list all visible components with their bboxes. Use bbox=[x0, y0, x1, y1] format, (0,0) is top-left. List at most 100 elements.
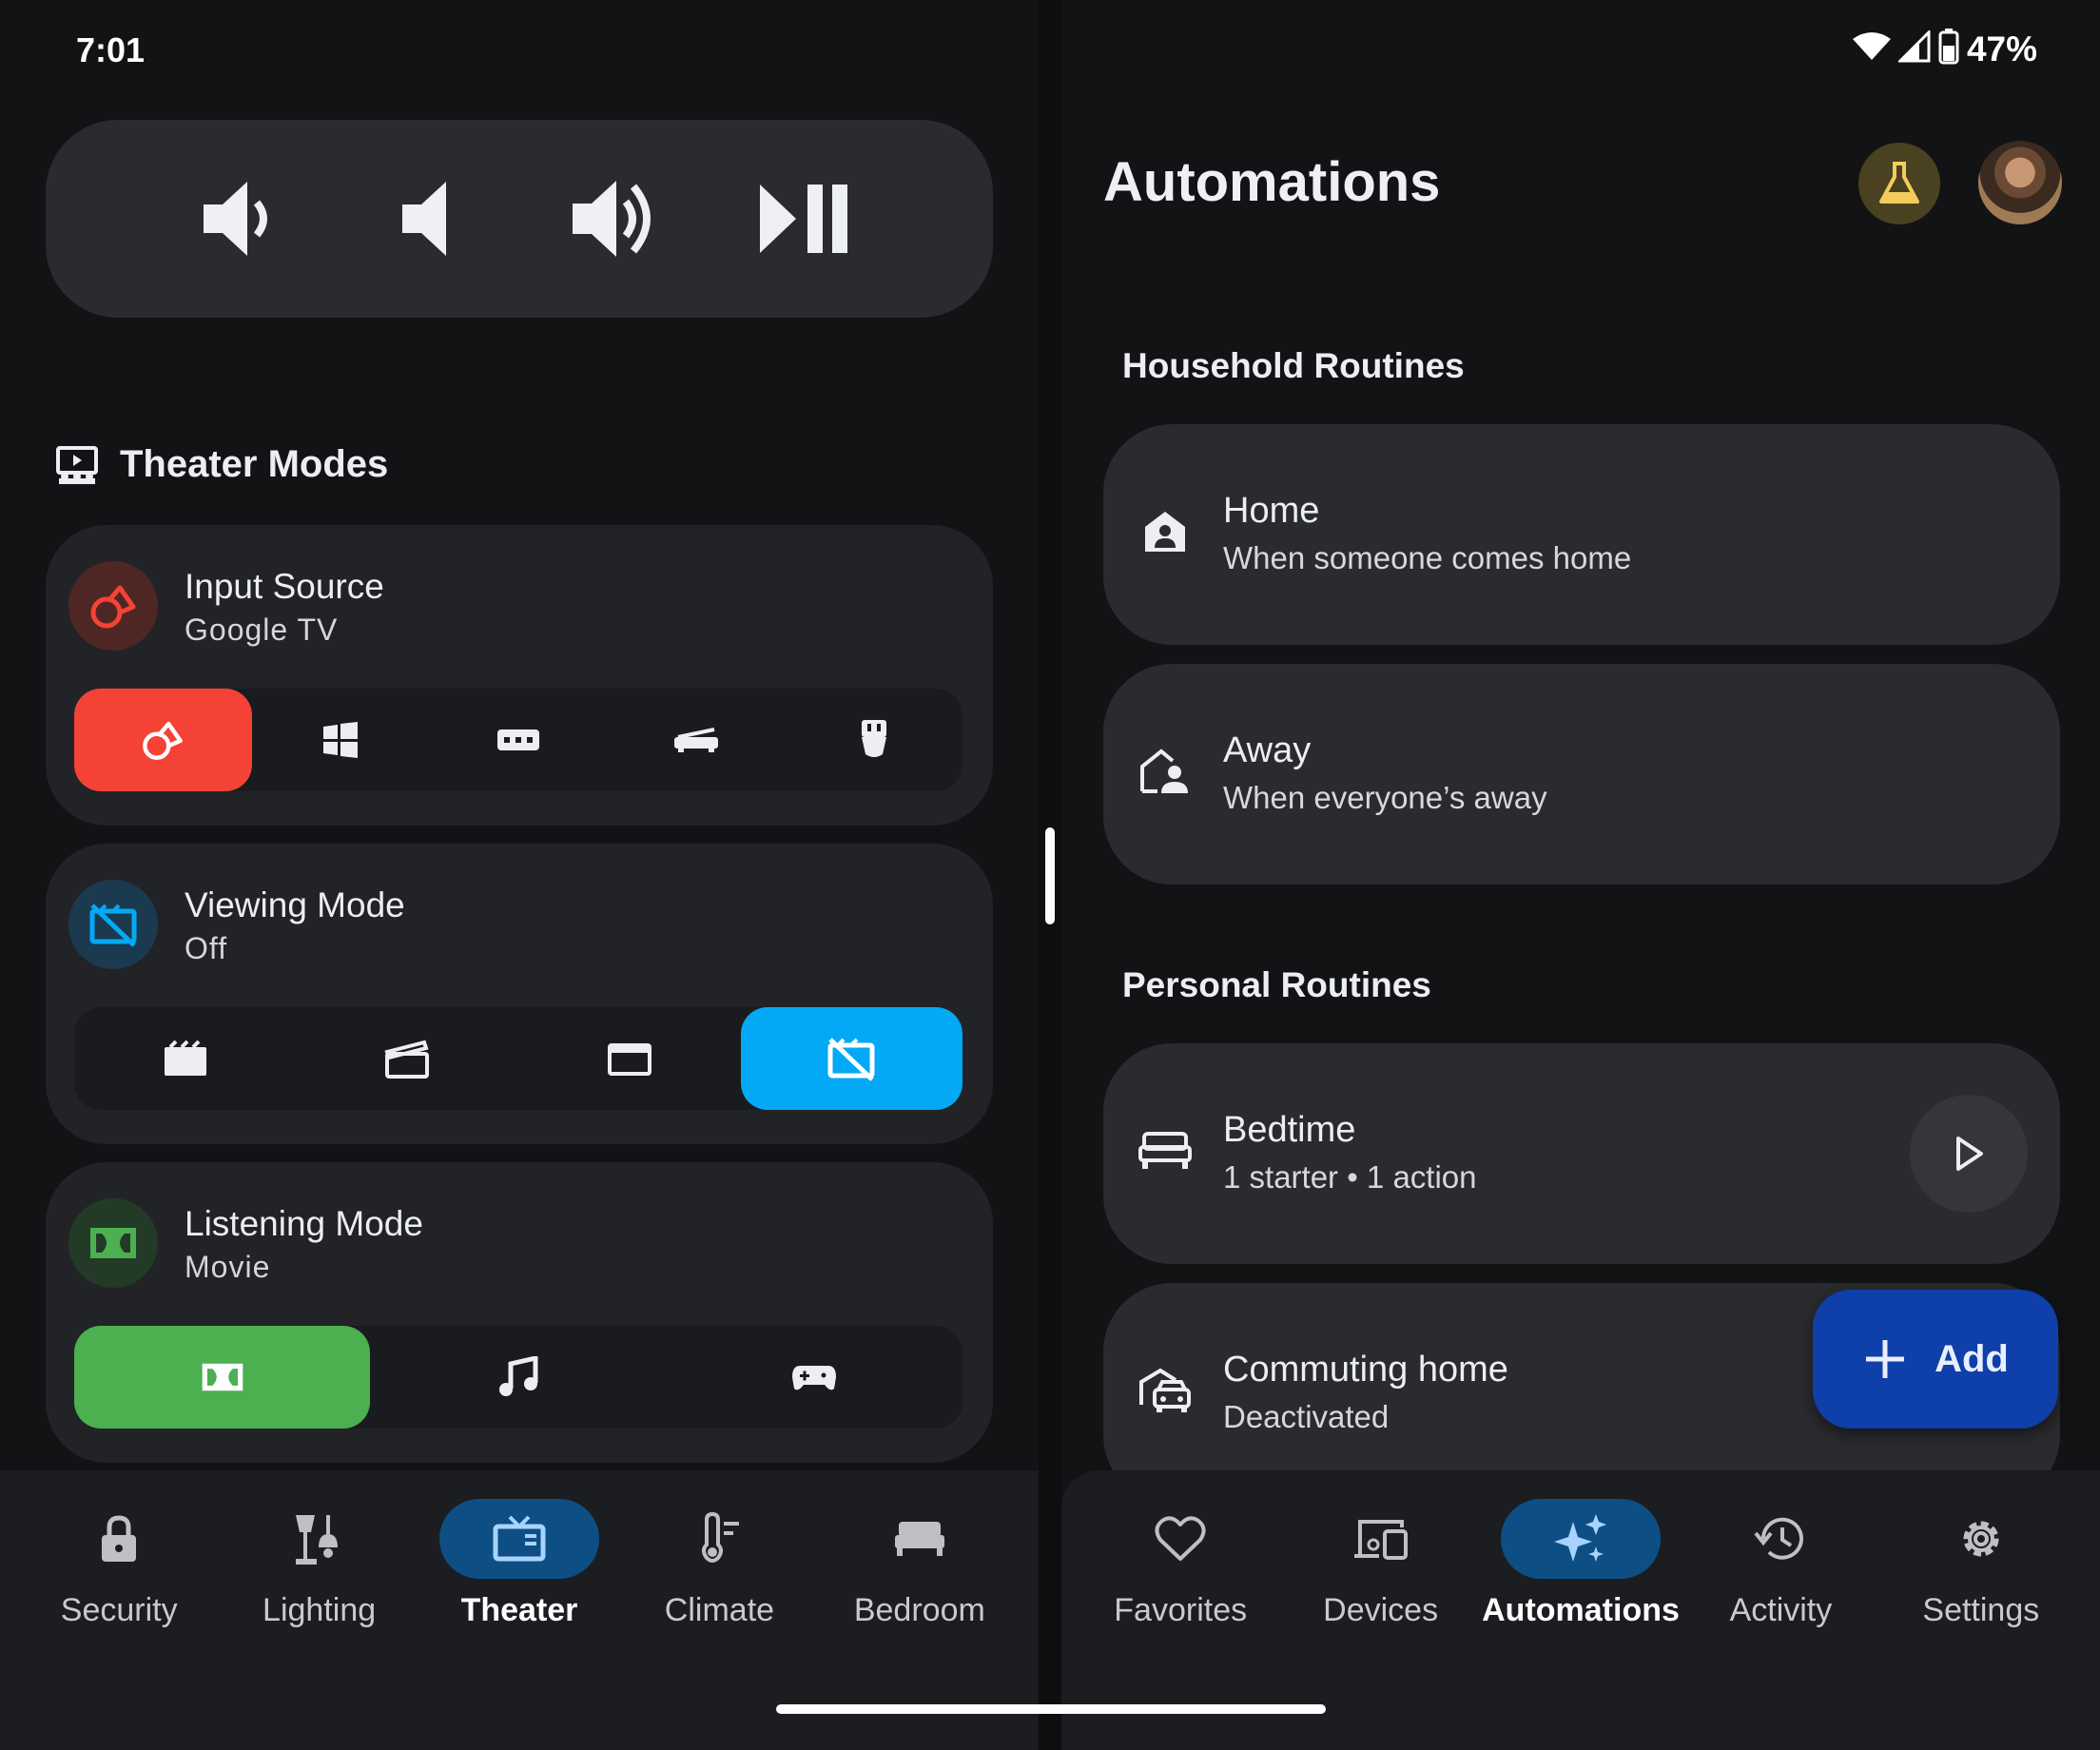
input-source-badge bbox=[68, 561, 158, 651]
heart-icon bbox=[1155, 1516, 1206, 1561]
card-title: Input Source bbox=[185, 567, 384, 606]
nav-label: Security bbox=[60, 1592, 178, 1628]
volume-mute-icon bbox=[401, 182, 446, 256]
media-controls bbox=[46, 120, 993, 318]
thermostat-icon bbox=[702, 1512, 740, 1563]
nav-label: Automations bbox=[1482, 1592, 1680, 1628]
volume-up-icon bbox=[572, 181, 651, 257]
listening-movie[interactable] bbox=[74, 1326, 371, 1429]
listening-mode-card: Listening Mode Movie bbox=[46, 1162, 993, 1463]
nav-theater[interactable]: Theater bbox=[419, 1499, 619, 1750]
run-bedtime-button[interactable] bbox=[1910, 1095, 2028, 1213]
windows-icon bbox=[323, 722, 359, 758]
hdmi-icon bbox=[861, 720, 886, 757]
lamp-icon bbox=[295, 1515, 338, 1565]
nav-label: Lighting bbox=[262, 1592, 377, 1628]
viewing-mode-selector bbox=[74, 1007, 962, 1110]
volume-down-icon bbox=[203, 182, 267, 256]
nav-label: Bedroom bbox=[853, 1592, 985, 1628]
dolby-icon bbox=[90, 1228, 136, 1258]
listening-mode-selector bbox=[74, 1326, 962, 1429]
bed-icon bbox=[894, 1522, 944, 1556]
viewing-standard[interactable] bbox=[518, 1007, 741, 1110]
labs-button[interactable] bbox=[1858, 143, 1940, 224]
card-subtitle: Google TV bbox=[185, 612, 339, 647]
viewing-off[interactable] bbox=[740, 1007, 962, 1110]
google-tv-icon bbox=[143, 721, 184, 760]
viewing-cinema[interactable] bbox=[74, 1007, 297, 1110]
listening-mode-badge bbox=[68, 1198, 158, 1288]
listening-game[interactable] bbox=[667, 1326, 962, 1429]
mute-button[interactable] bbox=[373, 166, 477, 271]
household-routines-label: Household Routines bbox=[1122, 346, 1465, 385]
card-title: Listening Mode bbox=[185, 1204, 423, 1243]
nav-security[interactable]: Security bbox=[19, 1499, 219, 1750]
play-icon bbox=[1956, 1137, 1983, 1171]
input-receiver[interactable] bbox=[607, 689, 785, 791]
split-resize-handle[interactable] bbox=[1045, 827, 1055, 924]
tv-icon bbox=[493, 1515, 546, 1562]
input-console[interactable] bbox=[430, 689, 608, 791]
routine-subtitle: Deactivated bbox=[1223, 1399, 1390, 1434]
routine-title: Away bbox=[1223, 730, 1312, 770]
routine-subtitle: When someone comes home bbox=[1223, 540, 1632, 575]
nav-automations[interactable]: Automations bbox=[1481, 1499, 1681, 1750]
routine-title: Bedtime bbox=[1223, 1110, 1356, 1150]
bed-icon bbox=[1138, 1132, 1192, 1169]
music-note-icon bbox=[498, 1356, 538, 1396]
viewing-film[interactable] bbox=[297, 1007, 519, 1110]
input-source-selector bbox=[74, 689, 962, 791]
routine-subtitle: When everyone’s away bbox=[1223, 780, 1547, 815]
listening-music[interactable] bbox=[370, 1326, 666, 1429]
google-tv-icon bbox=[90, 585, 136, 629]
volume-down-button[interactable] bbox=[184, 166, 288, 271]
flask-icon bbox=[1879, 162, 1919, 204]
input-google-tv[interactable] bbox=[74, 689, 252, 791]
input-hdmi[interactable] bbox=[785, 689, 962, 791]
sparkle-icon bbox=[1554, 1514, 1607, 1562]
dolby-icon bbox=[202, 1363, 243, 1391]
nav-lighting[interactable]: Lighting bbox=[219, 1499, 418, 1750]
page-title: Automations bbox=[1103, 151, 1441, 213]
routine-title: Home bbox=[1223, 491, 1320, 531]
gamepad-icon bbox=[792, 1366, 837, 1390]
lock-icon bbox=[102, 1515, 137, 1562]
plus-icon bbox=[1866, 1340, 1905, 1378]
volume-up-button[interactable] bbox=[562, 166, 667, 271]
receiver-icon bbox=[673, 728, 718, 752]
fab-label: Add bbox=[1935, 1337, 2009, 1380]
nav-label: Climate bbox=[664, 1592, 775, 1628]
viewing-mode-card: Viewing Mode Off bbox=[46, 844, 993, 1144]
theater-icon bbox=[56, 445, 98, 484]
nav-label: Devices bbox=[1323, 1592, 1439, 1628]
routine-away[interactable]: Away When everyone’s away bbox=[1103, 664, 2060, 885]
routine-subtitle: 1 starter • 1 action bbox=[1223, 1159, 1477, 1195]
nav-label: Settings bbox=[1922, 1592, 2040, 1628]
commute-icon bbox=[1139, 1368, 1191, 1412]
nav-label: Favorites bbox=[1114, 1592, 1248, 1628]
routine-title: Commuting home bbox=[1223, 1350, 1508, 1390]
add-automation-button[interactable]: Add bbox=[1813, 1290, 2058, 1429]
theater-pane: Theater Modes Input Source Google TV Vie… bbox=[0, 0, 1039, 1750]
play-pause-icon bbox=[759, 185, 847, 253]
gear-icon bbox=[1963, 1521, 1999, 1557]
console-icon bbox=[496, 729, 539, 750]
card-title: Viewing Mode bbox=[185, 885, 405, 924]
routine-bedtime[interactable]: Bedtime 1 starter • 1 action bbox=[1103, 1043, 2060, 1264]
video-off-icon bbox=[827, 1038, 875, 1081]
nav-settings[interactable]: Settings bbox=[1881, 1499, 2081, 1750]
personal-routines-label: Personal Routines bbox=[1122, 965, 1431, 1004]
avatar[interactable] bbox=[1978, 141, 2062, 224]
play-pause-button[interactable] bbox=[751, 166, 856, 271]
routine-home[interactable]: Home When someone comes home bbox=[1103, 424, 2060, 645]
movie-filled-icon bbox=[164, 1040, 206, 1076]
history-icon bbox=[1754, 1517, 1804, 1560]
input-windows[interactable] bbox=[252, 689, 430, 791]
movie-outline-icon bbox=[607, 1043, 651, 1076]
nav-activity[interactable]: Activity bbox=[1681, 1499, 1880, 1750]
clapper-icon bbox=[384, 1040, 430, 1079]
section-title: Theater Modes bbox=[120, 443, 389, 485]
viewing-mode-badge bbox=[68, 880, 158, 969]
home-indicator[interactable] bbox=[776, 1704, 1326, 1714]
theater-modes-header: Theater Modes bbox=[55, 443, 388, 486]
